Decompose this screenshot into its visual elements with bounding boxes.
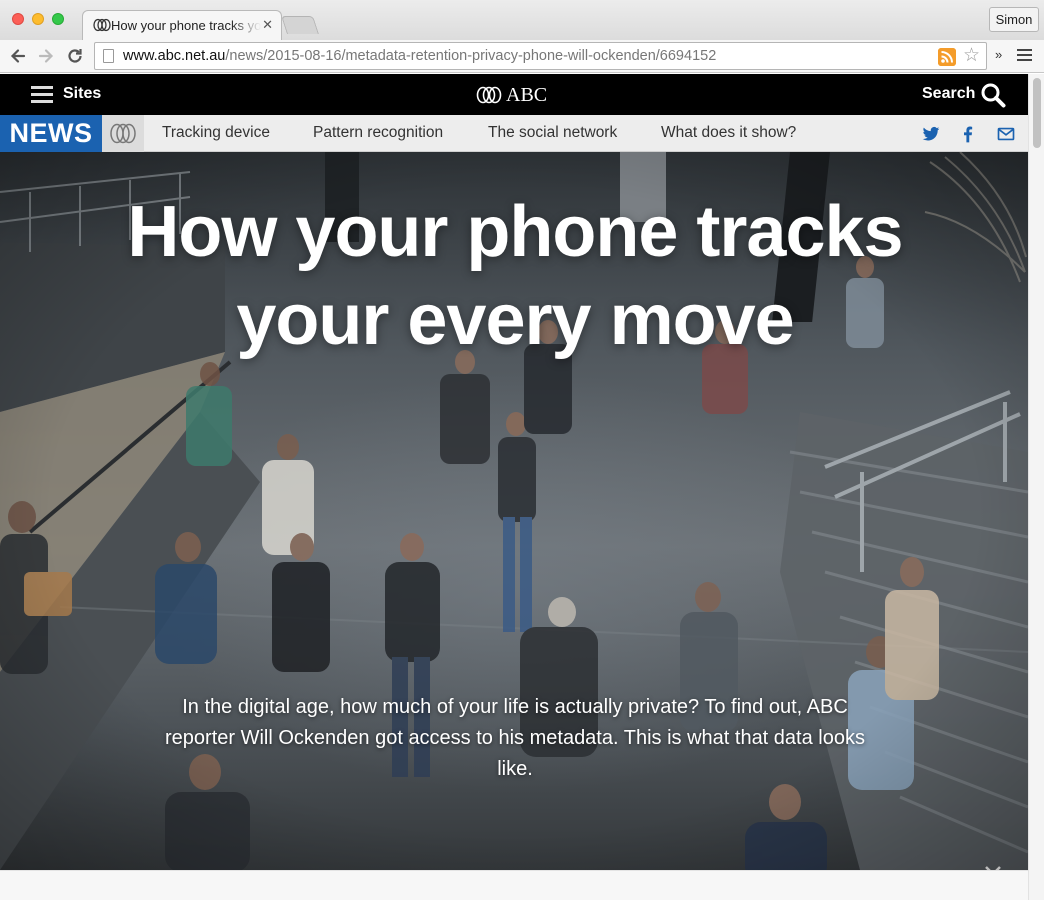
abc-logo-icon[interactable] bbox=[102, 115, 144, 152]
rss-icon[interactable] bbox=[938, 48, 956, 66]
url-text[interactable]: www.abc.net.au/news/2015-08-16/metadata-… bbox=[123, 48, 716, 64]
extensions-overflow-button[interactable]: » bbox=[995, 47, 1002, 62]
abc-favicon-icon bbox=[93, 18, 111, 32]
news-logo-badge[interactable]: NEWS bbox=[0, 115, 102, 152]
abc-logo[interactable]: ABC bbox=[476, 84, 547, 106]
new-tab-button[interactable] bbox=[281, 16, 319, 34]
twitter-icon[interactable] bbox=[921, 124, 941, 144]
tab-title: How your phone tracks your every move - … bbox=[111, 18, 261, 33]
search-icon[interactable] bbox=[980, 82, 1006, 108]
page-icon bbox=[103, 49, 114, 63]
tab-close-icon[interactable]: ✕ bbox=[262, 17, 273, 33]
page-viewport: Sites ABC Search NEWS Tracking device Pa… bbox=[0, 74, 1028, 900]
page-scrollbar[interactable] bbox=[1028, 74, 1044, 900]
subnav-link-social-network[interactable]: The social network bbox=[488, 124, 617, 142]
minimize-window-button[interactable] bbox=[32, 13, 44, 25]
arrow-left-icon[interactable] bbox=[8, 46, 28, 66]
bookmark-star-icon[interactable]: ☆ bbox=[963, 45, 980, 67]
abc-lissajous-icon bbox=[476, 86, 502, 104]
address-bar[interactable]: www.abc.net.au/news/2015-08-16/metadata-… bbox=[94, 42, 987, 70]
zoom-window-button[interactable] bbox=[52, 13, 64, 25]
browser-tab-active[interactable]: How your phone tracks your every move - … bbox=[82, 10, 282, 40]
article-body-start bbox=[0, 870, 1028, 900]
close-window-button[interactable] bbox=[12, 13, 24, 25]
hero-title: How your phone tracks your every move bbox=[127, 192, 903, 360]
hero-banner: How your phone tracks your every move In … bbox=[0, 152, 1028, 870]
search-button[interactable]: Search bbox=[922, 85, 975, 103]
subnav-link-pattern-recognition[interactable]: Pattern recognition bbox=[313, 124, 443, 142]
subnav-link-what-does-it-show[interactable]: What does it show? bbox=[661, 124, 796, 142]
window-titlebar: How your phone tracks your every move - … bbox=[0, 0, 1044, 40]
reload-icon[interactable] bbox=[65, 46, 85, 66]
subnav-link-tracking-device[interactable]: Tracking device bbox=[162, 124, 270, 142]
profile-button[interactable]: Simon bbox=[989, 7, 1039, 32]
abc-logo-text: ABC bbox=[506, 83, 548, 106]
hero-lede: In the digital age, how much of your lif… bbox=[165, 696, 865, 780]
email-icon[interactable] bbox=[996, 124, 1016, 144]
facebook-icon[interactable] bbox=[958, 124, 978, 144]
browser-toolbar: www.abc.net.au/news/2015-08-16/metadata-… bbox=[0, 40, 1044, 73]
abc-global-header: Sites ABC Search bbox=[0, 74, 1028, 115]
scrollbar-thumb[interactable] bbox=[1033, 78, 1041, 148]
sites-menu-icon[interactable] bbox=[31, 86, 53, 103]
sites-menu-button[interactable]: Sites bbox=[63, 85, 101, 103]
arrow-right-icon[interactable] bbox=[36, 46, 56, 66]
story-subnav: NEWS Tracking device Pattern recognition… bbox=[0, 115, 1028, 152]
hamburger-menu-icon[interactable] bbox=[1017, 49, 1032, 62]
